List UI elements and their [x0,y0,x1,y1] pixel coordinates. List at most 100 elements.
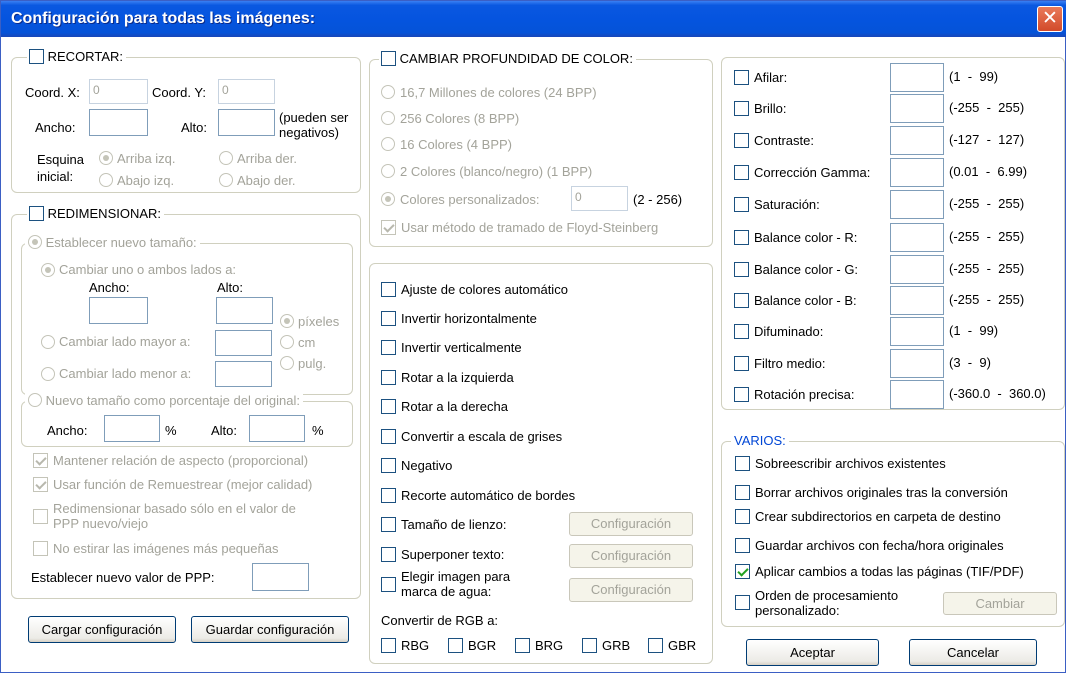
mantener-aspecto-checkbox[interactable] [33,453,48,468]
rgb-grb-checkbox[interactable] [582,638,597,653]
color-8bpp-radio[interactable] [381,111,395,125]
adj-filtro-medio-checkbox[interactable] [734,356,749,371]
coord-y-input[interactable]: 0 [218,79,275,104]
recortar-checkbox[interactable] [29,49,44,64]
load-config-button[interactable]: Cargar configuración [28,616,176,643]
color-depth-title: CAMBIAR PROFUNDIDAD DE COLOR: [399,51,633,66]
op-flip-v-checkbox[interactable] [381,340,396,355]
no-estirar-checkbox[interactable] [33,541,48,556]
corner-top-left-radio[interactable] [99,151,113,165]
porcentaje-radio[interactable] [28,393,42,407]
unit-pixels-radio[interactable] [280,314,294,328]
redim-ppp-checkbox[interactable] [33,509,48,524]
nuevo-tamano-radio[interactable] [28,235,42,249]
adj-balance-g-input[interactable] [890,255,944,284]
cambiar-mayor-radio[interactable] [41,335,55,349]
adj-gamma-checkbox[interactable] [734,165,749,180]
adj-difuminado-input[interactable] [890,317,944,346]
redimensionar-checkbox[interactable] [29,206,44,221]
ppp-input[interactable] [252,563,309,591]
canvas-config-button[interactable]: Configuración [569,512,693,536]
color-custom-input[interactable]: 0 [571,186,628,211]
cambiar-menor-radio[interactable] [41,367,55,381]
remuestrear-checkbox[interactable] [33,477,48,492]
unit-cm-radio[interactable] [280,335,294,349]
adj-balance-g-checkbox[interactable] [734,262,749,277]
color-depth-checkbox[interactable] [381,51,396,66]
op-flip-h-checkbox[interactable] [381,311,396,326]
adj-brillo-input[interactable] [890,94,944,123]
op-grayscale-checkbox[interactable] [381,429,396,444]
crop-height-input[interactable] [218,109,275,136]
op-negative-checkbox[interactable] [381,458,396,473]
close-button[interactable]: ✕ [1037,6,1063,32]
op-canvas-checkbox[interactable] [381,517,396,532]
varios-keep-date-checkbox[interactable] [735,538,750,553]
op-rotate-right-checkbox[interactable] [381,399,396,414]
adj-filtro-medio-input[interactable] [890,349,944,378]
title-bar[interactable]: Configuración para todas las imágenes: ✕ [1,1,1066,37]
corner-bottom-right-radio[interactable] [219,173,233,187]
adj-brillo-checkbox[interactable] [734,101,749,116]
varios-delete-originals-checkbox[interactable] [735,485,750,500]
change-order-button[interactable]: Cambiar [943,592,1057,615]
color-1bpp-radio[interactable] [381,164,395,178]
adj-balance-b-checkbox[interactable] [734,293,749,308]
resize-width-input[interactable] [89,297,148,324]
color-24bpp-radio[interactable] [381,85,395,99]
pct-width-input[interactable] [104,415,160,442]
adj-gamma-input[interactable] [890,158,944,187]
mantener-aspecto-label: Mantener relación de aspecto (proporcion… [53,453,309,468]
save-config-button[interactable]: Guardar configuración [191,616,349,643]
crop-width-input[interactable] [89,109,148,136]
op-auto-color-checkbox[interactable] [381,282,396,297]
varios-overwrite-checkbox[interactable] [735,456,750,471]
adj-afilar-range: (1 - 99) [949,69,999,84]
overlay-config-button[interactable]: Configuración [569,544,693,568]
adj-afilar-checkbox[interactable] [734,70,749,85]
adj-difuminado-checkbox[interactable] [734,324,749,339]
adj-rotacion-checkbox[interactable] [734,387,749,402]
unit-inch-radio[interactable] [280,356,294,370]
color-custom-radio[interactable] [381,192,395,206]
floyd-checkbox[interactable] [381,220,396,235]
pct-width-label: Ancho: [47,423,88,438]
adj-saturacion-input[interactable] [890,190,944,219]
cambiar-mayor-input[interactable] [215,330,272,356]
pct-height-input[interactable] [249,415,305,442]
corner-top-right-radio[interactable] [219,151,233,165]
varios-all-pages-checkbox[interactable] [735,564,750,579]
color-4bpp-radio[interactable] [381,137,395,151]
adj-saturacion-checkbox[interactable] [734,197,749,212]
rgb-brg-checkbox[interactable] [515,638,530,653]
adj-rotacion-input[interactable] [890,380,944,409]
varios-subdirs-checkbox[interactable] [735,509,750,524]
adj-balance-b-range: (-255 - 255) [949,292,1025,307]
cambiar-menor-input[interactable] [215,361,272,387]
varios-custom-order-checkbox[interactable] [735,595,750,610]
accept-button[interactable]: Aceptar [746,639,879,666]
color-1bpp-label: 2 Colores (blanco/negro) (1 BPP) [400,164,593,179]
op-rotate-left-label: Rotar a la izquierda [401,370,514,385]
adj-contraste-checkbox[interactable] [734,133,749,148]
op-autocrop-checkbox[interactable] [381,488,396,503]
corner-bottom-left-radio[interactable] [99,173,113,187]
op-watermark-checkbox[interactable] [381,577,396,592]
corner-bottom-right-label: Abajo der. [237,173,296,188]
varios-all-pages-label: Aplicar cambios a todas las páginas (TIF… [755,564,1024,579]
cambiar-uno-radio[interactable] [41,263,55,277]
watermark-config-button[interactable]: Configuración [569,578,693,602]
resize-height-input[interactable] [216,297,273,324]
cancel-button[interactable]: Cancelar [909,639,1037,666]
coord-x-input[interactable]: 0 [89,79,148,104]
adj-balance-r-checkbox[interactable] [734,230,749,245]
rgb-rbg-checkbox[interactable] [381,638,396,653]
rgb-bgr-checkbox[interactable] [448,638,463,653]
adj-balance-b-input[interactable] [890,286,944,315]
adj-contraste-input[interactable] [890,126,944,155]
op-overlay-text-checkbox[interactable] [381,547,396,562]
op-rotate-left-checkbox[interactable] [381,370,396,385]
adj-balance-r-input[interactable] [890,223,944,252]
rgb-gbr-checkbox[interactable] [648,638,663,653]
adj-afilar-input[interactable] [890,63,944,92]
